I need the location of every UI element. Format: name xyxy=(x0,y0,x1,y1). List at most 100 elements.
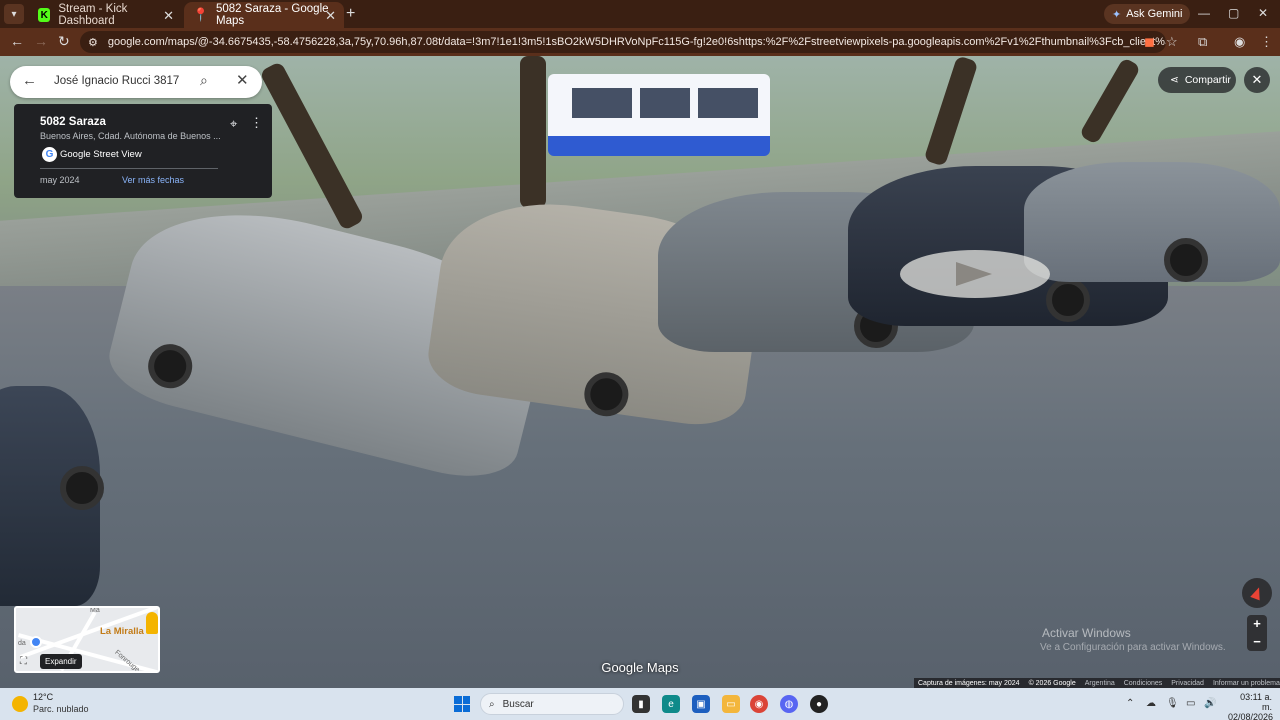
pegman-icon[interactable] xyxy=(146,612,158,634)
profile-avatar-icon[interactable]: ◉ xyxy=(1234,34,1245,50)
more-options-icon[interactable]: ⋮ xyxy=(250,115,263,131)
extensions-puzzle-icon[interactable]: ⧉ xyxy=(1198,34,1207,50)
display-icon[interactable]: ▭ xyxy=(1186,698,1195,709)
more-dates-link[interactable]: Ver más fechas xyxy=(122,175,184,185)
onedrive-icon[interactable]: ☁ xyxy=(1146,698,1156,709)
volume-icon[interactable]: 🔊 xyxy=(1204,698,1216,709)
site-info-icon[interactable]: ⚙ xyxy=(88,36,98,49)
url-text: google.com/maps/@-34.6675435,-58.4756228… xyxy=(107,36,1166,48)
copyright: © 2026 Google xyxy=(1028,679,1076,687)
expand-tooltip: Expandir xyxy=(40,654,82,669)
minimap-road-label: da xyxy=(18,640,26,647)
show-hidden-icons-icon[interactable]: ⌃ xyxy=(1126,698,1134,709)
ask-gemini-button[interactable]: ✦ Ask Gemini xyxy=(1104,4,1191,24)
search-icon: ⌕ xyxy=(489,698,495,710)
recording-app-icon[interactable]: ● xyxy=(810,695,828,713)
file-explorer-icon[interactable]: ▭ xyxy=(722,695,740,713)
browser-toolbar: ← → ↻ ⚙ google.com/maps/@-34.6675435,-58… xyxy=(0,28,1280,56)
location-title: 5082 Saraza xyxy=(40,116,106,128)
task-view-icon[interactable]: ▮ xyxy=(632,695,650,713)
screen: ▾ K Stream - Kick Dashboard ✕ 📍 5082 Sar… xyxy=(0,0,1280,720)
city-bus xyxy=(548,74,770,156)
activate-windows-subtitle: Ve a Configuración para activar Windows. xyxy=(1040,642,1226,653)
close-window-button[interactable]: ✕ xyxy=(1258,6,1268,20)
new-tab-button[interactable]: + xyxy=(346,5,355,23)
extension-icon[interactable]: ◼ xyxy=(1144,34,1155,50)
kick-favicon-icon: K xyxy=(38,8,51,22)
browser-menu-icon[interactable]: ⋮ xyxy=(1260,34,1273,50)
clock-time: 03:11 a. m. xyxy=(1240,692,1272,712)
microphone-icon[interactable]: 🎙 xyxy=(1166,698,1179,709)
maps-footer: Captura de imágenes: may 2024 © 2026 Goo… xyxy=(914,678,1280,688)
tree-trunk xyxy=(520,56,546,208)
expand-icon[interactable]: ⛶ xyxy=(20,656,36,670)
gemini-sparkle-icon: ✦ xyxy=(1112,8,1122,21)
terms-link[interactable]: Condiciones xyxy=(1124,680,1163,687)
maximize-button[interactable]: ▢ xyxy=(1228,6,1239,20)
navigation-arrow[interactable] xyxy=(900,250,1050,298)
browser-tab-strip: ▾ K Stream - Kick Dashboard ✕ 📍 5082 Sar… xyxy=(0,0,1280,28)
taskbar-search[interactable]: ⌕ Buscar xyxy=(480,693,624,715)
car-wheel xyxy=(60,466,104,510)
dark-car-left xyxy=(0,386,104,606)
tab-title: 5082 Saraza - Google Maps xyxy=(216,3,329,27)
ask-gemini-label: Ask Gemini xyxy=(1126,8,1183,20)
back-icon[interactable]: ← xyxy=(10,33,24,49)
minimize-button[interactable]: — xyxy=(1198,6,1210,20)
weather-icon[interactable] xyxy=(12,696,28,712)
edge-icon[interactable]: e xyxy=(662,695,680,713)
maps-search-box[interactable]: ← José Ignacio Rucci 3817 ⌕ ✕ xyxy=(10,66,262,98)
maps-pin-favicon-icon: 📍 xyxy=(192,7,210,22)
capture-date: may 2024 xyxy=(40,175,80,185)
discord-icon[interactable]: ◍ xyxy=(780,695,798,713)
activate-windows-title: Activar Windows xyxy=(1042,626,1131,640)
current-location-icon xyxy=(30,636,42,648)
tree-trunk xyxy=(923,56,979,167)
close-tab-icon[interactable]: ✕ xyxy=(163,8,174,24)
windows-taskbar: 12°C Parc. nublado ⌕ Buscar ▮ e ▣ ▭ ◉ ◍ … xyxy=(0,688,1280,720)
minimap-road-label: Ma xyxy=(90,607,100,614)
store-icon[interactable]: ▣ xyxy=(692,695,710,713)
google-logo-icon: G xyxy=(42,147,57,162)
search-input[interactable]: José Ignacio Rucci 3817 xyxy=(54,75,179,87)
clock-date: 02/08/2026 xyxy=(1228,712,1274,720)
close-tab-icon[interactable]: ✕ xyxy=(325,8,336,24)
reload-icon[interactable]: ↻ xyxy=(58,33,70,50)
zoom-out-button[interactable]: − xyxy=(1247,633,1267,651)
minimap-place-label: La Miralla xyxy=(100,626,144,637)
location-info-card: 5082 Saraza Buenos Aires, Cdad. Autónoma… xyxy=(14,104,272,198)
share-label: Compartir xyxy=(1184,74,1231,86)
tab-list-button[interactable]: ▾ xyxy=(4,4,24,24)
tab-kick-dashboard[interactable]: K Stream - Kick Dashboard ✕ xyxy=(28,2,182,28)
back-arrow-icon[interactable]: ← xyxy=(22,72,37,89)
system-clock[interactable]: 03:11 a. m. 02/08/2026 xyxy=(1228,692,1274,720)
google-maps-watermark: Google Maps xyxy=(601,660,679,675)
share-button[interactable]: ⋖ Compartir xyxy=(1158,67,1236,93)
compass-needle-icon xyxy=(1250,585,1264,601)
clear-search-icon[interactable]: ✕ xyxy=(236,71,249,89)
start-button[interactable] xyxy=(454,696,470,712)
close-street-view-button[interactable]: ✕ xyxy=(1244,67,1270,93)
car-wheel xyxy=(1046,278,1090,322)
privacy-link[interactable]: Privacidad xyxy=(1171,680,1204,687)
zoom-controls: + − xyxy=(1247,615,1267,651)
address-bar[interactable]: ⚙ google.com/maps/@-34.6675435,-58.47562… xyxy=(80,31,1166,53)
bookmark-star-icon[interactable]: ☆ xyxy=(1166,34,1178,50)
search-icon[interactable]: ⌕ xyxy=(200,72,208,89)
tab-google-maps[interactable]: 📍 5082 Saraza - Google Maps ✕ xyxy=(184,2,344,28)
bus-window xyxy=(572,88,632,118)
country-link[interactable]: Argentina xyxy=(1085,680,1115,687)
map-pin-icon[interactable]: ⌖ xyxy=(230,116,237,132)
grey-car-right xyxy=(1024,162,1280,282)
weather-temperature[interactable]: 12°C xyxy=(33,692,53,702)
location-address: Buenos Aires, Cdad. Autónoma de Buenos .… xyxy=(40,131,221,141)
minimap[interactable]: Ma da Fonrouge La Miralla ⛶ Expandir xyxy=(14,606,160,673)
forward-icon[interactable]: → xyxy=(34,33,48,49)
zoom-in-button[interactable]: + xyxy=(1247,615,1267,633)
weather-condition[interactable]: Parc. nublado xyxy=(33,704,89,714)
imagery-date: Captura de imágenes: may 2024 xyxy=(918,679,1020,687)
compass-button[interactable] xyxy=(1242,578,1272,608)
bus-window xyxy=(698,88,758,118)
chrome-icon[interactable]: ◉ xyxy=(750,695,768,713)
report-problem-link[interactable]: Informar un problema xyxy=(1213,680,1280,687)
